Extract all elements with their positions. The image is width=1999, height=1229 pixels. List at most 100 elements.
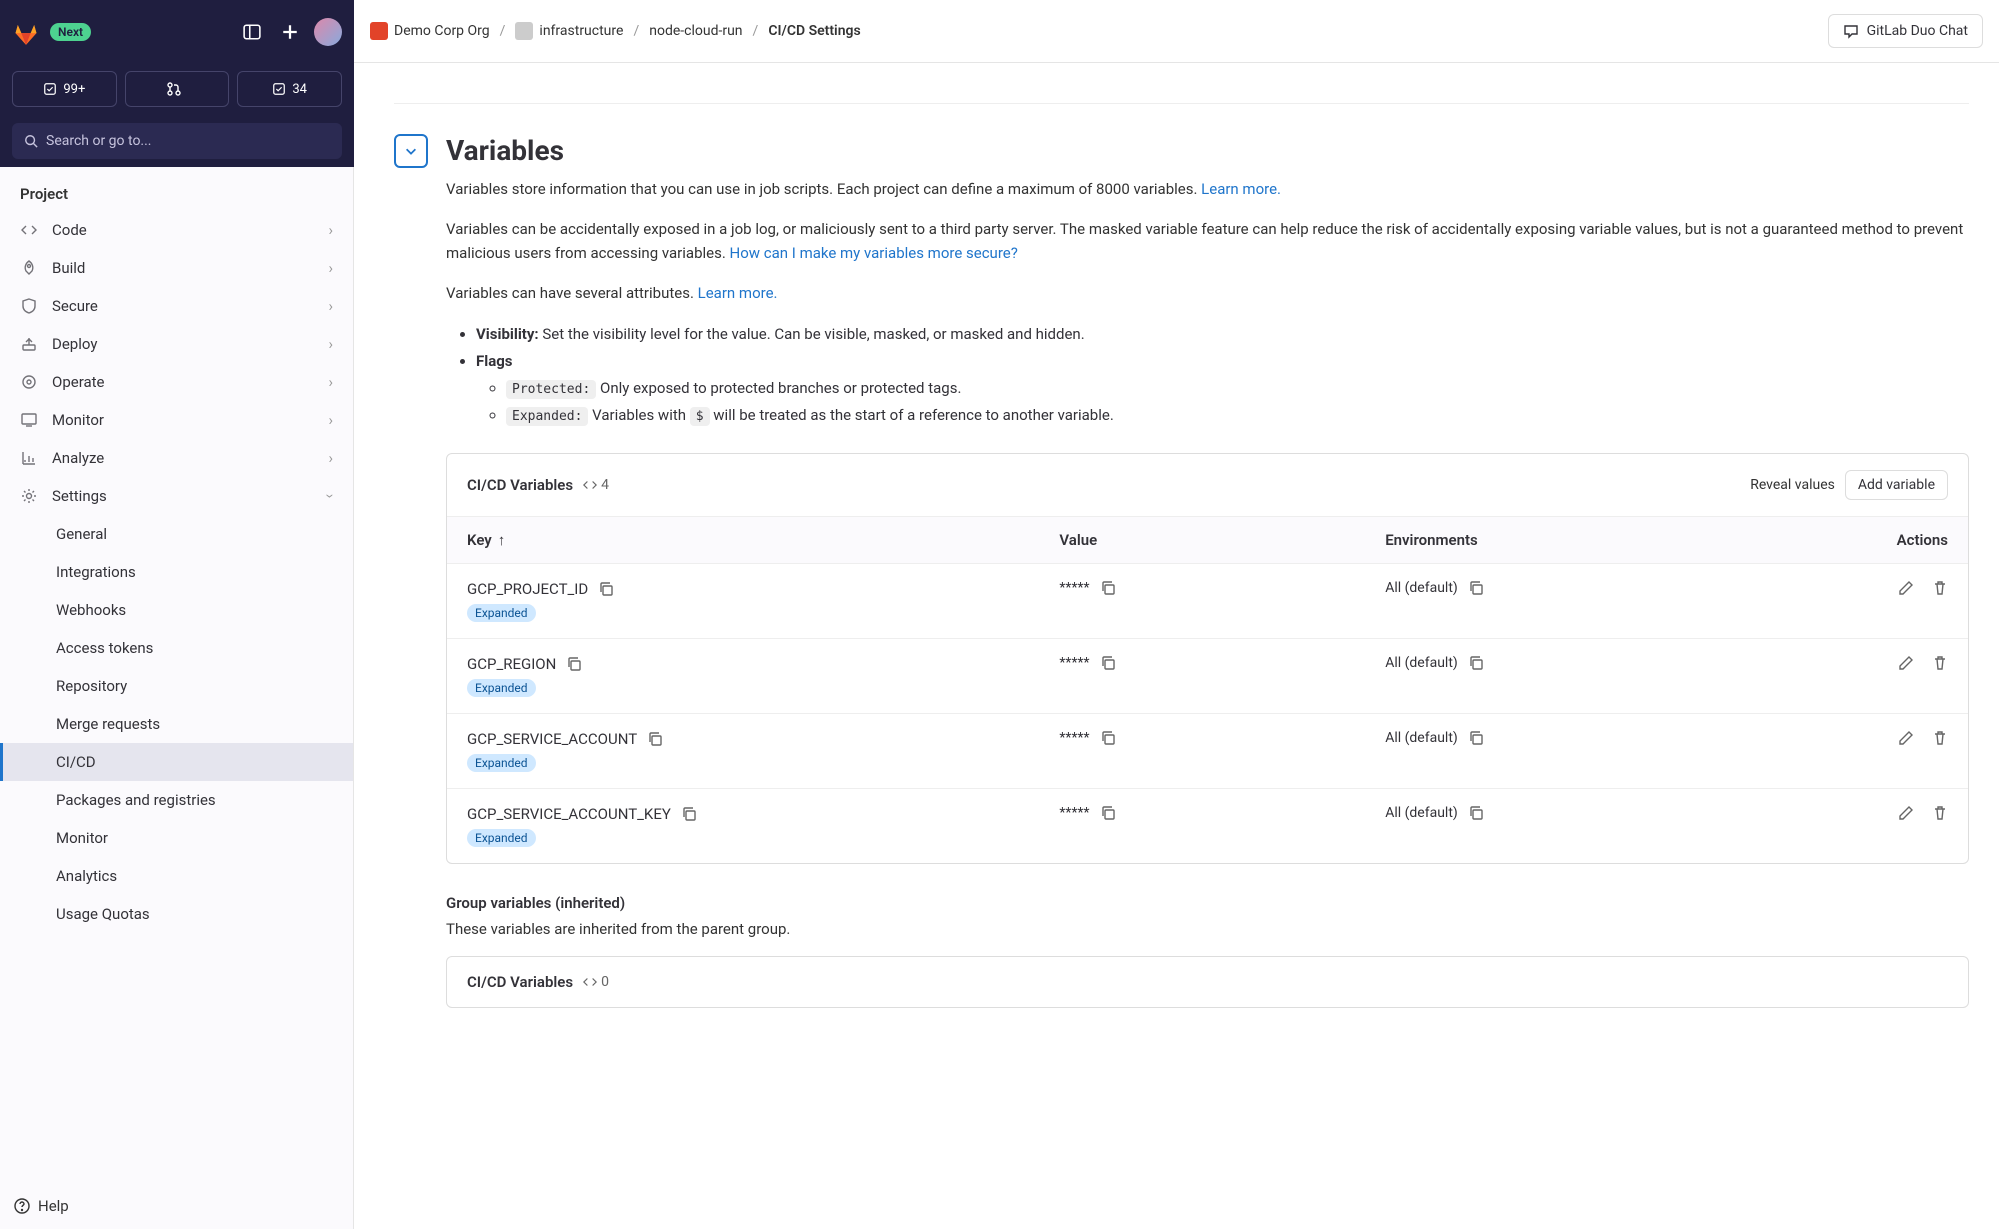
delete-button[interactable] xyxy=(1932,580,1948,596)
settings-webhooks[interactable]: Webhooks xyxy=(0,591,353,629)
crumb-group[interactable]: infrastructure xyxy=(515,22,623,40)
edit-button[interactable] xyxy=(1898,655,1914,671)
chevron-right-icon: › xyxy=(328,449,333,467)
delete-button[interactable] xyxy=(1932,655,1948,671)
add-variable-button[interactable]: Add variable xyxy=(1845,470,1948,500)
crumb-project[interactable]: node-cloud-run xyxy=(649,23,742,39)
copy-env-button[interactable] xyxy=(1468,580,1484,596)
deploy-icon xyxy=(20,335,38,353)
sidebar-item-settings[interactable]: Settings › xyxy=(0,477,353,515)
sidebar: Project Code › Build › Secure › Deploy ›… xyxy=(0,167,354,1229)
copy-value-button[interactable] xyxy=(1100,805,1116,821)
next-badge[interactable]: Next xyxy=(50,23,91,41)
expanded-badge: Expanded xyxy=(467,754,536,772)
issues-count: 34 xyxy=(292,82,307,97)
table-row: GCP_PROJECT_IDExpanded*****All (default) xyxy=(447,563,1968,638)
merge-requests-button[interactable] xyxy=(125,71,230,107)
plus-icon[interactable] xyxy=(276,18,304,46)
table-row: GCP_SERVICE_ACCOUNTExpanded*****All (def… xyxy=(447,713,1968,788)
collapse-section-button[interactable] xyxy=(394,134,428,168)
settings-merge-requests[interactable]: Merge requests xyxy=(0,705,353,743)
settings-packages[interactable]: Packages and registries xyxy=(0,781,353,819)
var-env: All (default) xyxy=(1385,580,1458,596)
duo-chat-button[interactable]: GitLab Duo Chat xyxy=(1828,14,1983,48)
sidebar-item-deploy[interactable]: Deploy › xyxy=(0,325,353,363)
edit-button[interactable] xyxy=(1898,730,1914,746)
gear-icon xyxy=(20,487,38,505)
crumb-org[interactable]: Demo Corp Org xyxy=(370,22,490,40)
search-input[interactable]: Search or go to... xyxy=(12,123,342,159)
table-row: GCP_REGIONExpanded*****All (default) xyxy=(447,638,1968,713)
copy-value-button[interactable] xyxy=(1100,655,1116,671)
sidebar-item-build[interactable]: Build › xyxy=(0,249,353,287)
chevron-right-icon: › xyxy=(328,335,333,353)
chat-icon xyxy=(1843,23,1859,39)
var-value: ***** xyxy=(1059,805,1089,821)
sidebar-item-secure[interactable]: Secure › xyxy=(0,287,353,325)
sidebar-section-title: Project xyxy=(0,177,353,211)
copy-key-button[interactable] xyxy=(681,806,697,822)
settings-analytics[interactable]: Analytics xyxy=(0,857,353,895)
edit-button[interactable] xyxy=(1898,580,1914,596)
crumb-page: CI/CD Settings xyxy=(768,23,860,39)
expanded-badge: Expanded xyxy=(467,829,536,847)
secure-link[interactable]: How can I make my variables more secure? xyxy=(730,244,1018,262)
settings-usage-quotas[interactable]: Usage Quotas xyxy=(0,895,353,933)
intro-text: Variables store information that you can… xyxy=(446,177,1969,201)
copy-key-button[interactable] xyxy=(566,656,582,672)
search-row: Search or go to... xyxy=(0,115,354,167)
settings-general[interactable]: General xyxy=(0,515,353,553)
todos-count: 99+ xyxy=(63,82,85,97)
sidebar-item-code[interactable]: Code › xyxy=(0,211,353,249)
rocket-icon xyxy=(20,259,38,277)
sidebar-collapse-icon[interactable] xyxy=(238,18,266,46)
var-env: All (default) xyxy=(1385,805,1458,821)
settings-integrations[interactable]: Integrations xyxy=(0,553,353,591)
copy-env-button[interactable] xyxy=(1468,655,1484,671)
sidebar-item-monitor[interactable]: Monitor › xyxy=(0,401,353,439)
reveal-values-button[interactable]: Reveal values xyxy=(1750,477,1835,493)
var-value: ***** xyxy=(1059,730,1089,746)
gitlab-logo-icon[interactable] xyxy=(12,18,40,46)
cicd-variables-card: CI/CD Variables 4 Reveal values Add vari… xyxy=(446,453,1969,864)
expanded-badge: Expanded xyxy=(467,604,536,622)
var-key: GCP_REGION xyxy=(467,655,556,673)
col-value[interactable]: Value xyxy=(1059,531,1385,549)
sidebar-item-analyze[interactable]: Analyze › xyxy=(0,439,353,477)
learn-more-link[interactable]: Learn more. xyxy=(1201,180,1281,198)
settings-monitor[interactable]: Monitor xyxy=(0,819,353,857)
col-actions: Actions xyxy=(1770,531,1948,549)
copy-key-button[interactable] xyxy=(598,581,614,597)
col-key[interactable]: Key ↑ xyxy=(467,531,1059,549)
var-value: ***** xyxy=(1059,655,1089,671)
issues-button[interactable]: 34 xyxy=(237,71,342,107)
col-env[interactable]: Environments xyxy=(1385,531,1770,549)
card-title: CI/CD Variables xyxy=(467,476,573,494)
group-variables-title: Group variables (inherited) xyxy=(446,894,1969,912)
edit-button[interactable] xyxy=(1898,805,1914,821)
delete-button[interactable] xyxy=(1932,730,1948,746)
chevron-right-icon: › xyxy=(328,259,333,277)
var-env: All (default) xyxy=(1385,655,1458,671)
attrs-text: Variables can have several attributes. L… xyxy=(446,281,1969,305)
group-avatar-icon xyxy=(515,22,533,40)
copy-value-button[interactable] xyxy=(1100,730,1116,746)
sidebar-item-operate[interactable]: Operate › xyxy=(0,363,353,401)
main-content: Variables Variables store information th… xyxy=(354,63,1999,1229)
copy-value-button[interactable] xyxy=(1100,580,1116,596)
org-avatar-icon xyxy=(370,22,388,40)
chevron-right-icon: › xyxy=(328,411,333,429)
help-link[interactable]: Help xyxy=(14,1197,69,1215)
settings-repository[interactable]: Repository xyxy=(0,667,353,705)
learn-more-link-2[interactable]: Learn more. xyxy=(698,284,778,302)
copy-env-button[interactable] xyxy=(1468,730,1484,746)
code-icon xyxy=(583,975,597,989)
todos-button[interactable]: 99+ xyxy=(12,71,117,107)
settings-cicd[interactable]: CI/CD xyxy=(0,743,353,781)
copy-env-button[interactable] xyxy=(1468,805,1484,821)
settings-access-tokens[interactable]: Access tokens xyxy=(0,629,353,667)
page-title: Variables xyxy=(446,134,1969,167)
copy-key-button[interactable] xyxy=(647,731,663,747)
delete-button[interactable] xyxy=(1932,805,1948,821)
user-avatar[interactable] xyxy=(314,18,342,46)
